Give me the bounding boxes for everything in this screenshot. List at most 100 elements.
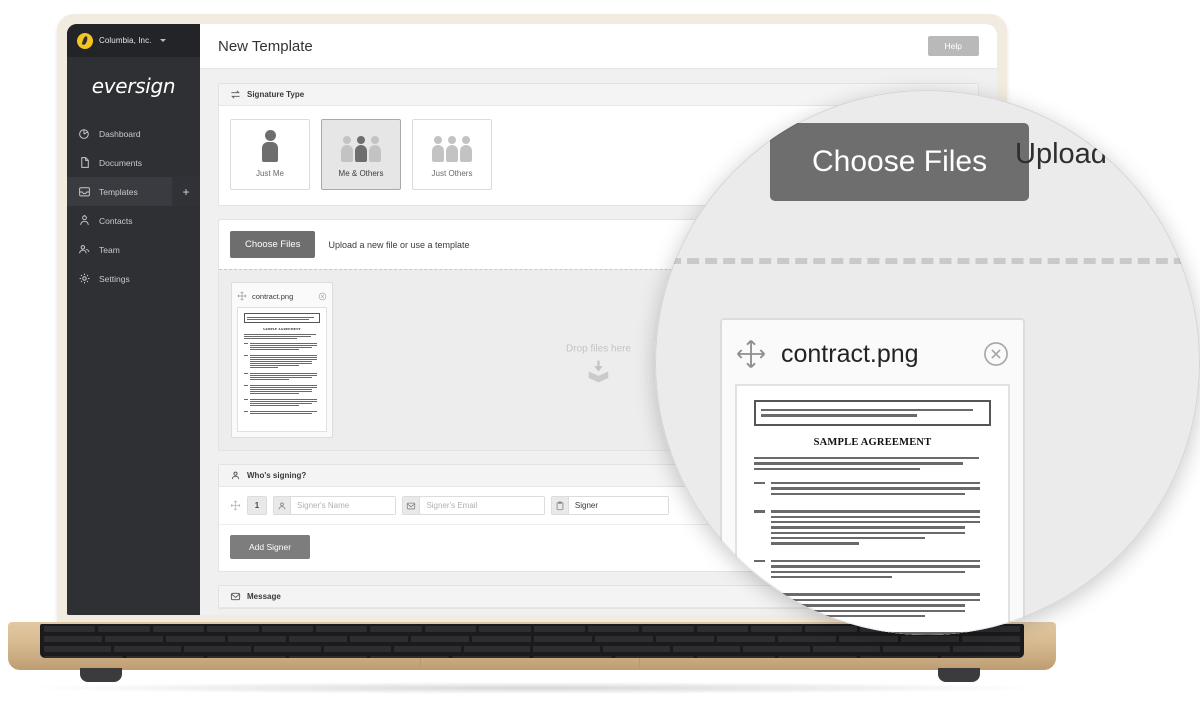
clipboard-icon xyxy=(552,497,569,514)
sidebar: Columbia, Inc. eversign Dashboard Docume… xyxy=(67,24,200,615)
signer-email-input[interactable] xyxy=(420,497,544,514)
move-arrows-icon[interactable] xyxy=(735,338,767,370)
laptop-shadow xyxy=(30,682,1040,694)
document-notice xyxy=(244,313,320,323)
org-switcher[interactable]: Columbia, Inc. xyxy=(67,24,200,57)
document-clause xyxy=(244,410,320,415)
envelope-icon xyxy=(403,497,421,514)
brand-name: eversign xyxy=(91,74,176,98)
file-card-header: contract.png xyxy=(237,288,327,304)
document-intro xyxy=(754,456,991,470)
chevron-down-icon xyxy=(159,39,166,42)
envelope-icon xyxy=(230,591,241,602)
drop-box-icon xyxy=(585,358,613,384)
document-intro xyxy=(244,334,320,339)
magnified-file-card[interactable]: contract.png SAMPLE AGREEMENT xyxy=(720,318,1025,635)
magnified-upload-hint: Upload a new xyxy=(1015,138,1193,170)
dashboard-pie-icon xyxy=(78,127,91,140)
document-clause xyxy=(754,629,991,635)
documents-file-icon xyxy=(78,156,91,169)
magnified-file-thumbnail: SAMPLE AGREEMENT xyxy=(735,384,1010,635)
sidebar-item-team[interactable]: Team xyxy=(67,235,200,264)
laptop-foot-left xyxy=(80,668,122,682)
magnified-content: Choose Files Upload a new contract.png S… xyxy=(655,90,1200,635)
move-arrows-icon[interactable] xyxy=(237,291,247,301)
panel-title: Message xyxy=(247,592,281,601)
sidebar-item-contacts[interactable]: Contacts xyxy=(67,206,200,235)
document-clause xyxy=(244,354,320,369)
topbar: New Template Help xyxy=(200,24,997,69)
add-template-button[interactable]: + xyxy=(172,177,200,206)
magnified-document-preview: SAMPLE AGREEMENT xyxy=(754,400,991,635)
sidebar-nav: Dashboard Documents Templates + Contacts… xyxy=(67,115,200,293)
signature-type-me-and-others[interactable]: Me & Others xyxy=(321,119,401,190)
laptop-foot-right xyxy=(938,668,980,682)
swap-arrows-icon xyxy=(230,89,241,100)
sidebar-item-label: Dashboard xyxy=(99,128,141,139)
option-label: Me & Others xyxy=(338,168,384,178)
user-icon xyxy=(274,497,292,514)
person-single-icon xyxy=(262,129,279,162)
sidebar-item-documents[interactable]: Documents xyxy=(67,148,200,177)
brand-logo: eversign xyxy=(67,57,200,115)
contacts-icon xyxy=(78,214,91,227)
drop-hint: Drop files here xyxy=(566,343,631,384)
org-name: Columbia, Inc. xyxy=(99,36,152,45)
people-group-icon xyxy=(341,132,382,162)
signer-role-field[interactable] xyxy=(551,496,669,515)
magnified-file-card-header: contract.png xyxy=(735,333,1010,375)
document-title: SAMPLE AGREEMENT xyxy=(262,327,301,331)
sidebar-item-label: Documents xyxy=(99,157,142,168)
option-label: Just Me xyxy=(255,168,284,178)
document-title: SAMPLE AGREEMENT xyxy=(813,436,932,448)
page-title: New Template xyxy=(218,37,313,55)
option-label: Just Others xyxy=(431,168,473,178)
people-group-icon xyxy=(432,132,473,162)
sidebar-item-label: Templates xyxy=(99,186,138,197)
templates-icon xyxy=(78,185,91,198)
signer-role-input[interactable] xyxy=(568,497,668,514)
help-button[interactable]: Help xyxy=(927,36,979,56)
signature-type-just-others[interactable]: Just Others xyxy=(412,119,492,190)
file-card[interactable]: contract.png SAMPLE AGREEMENT xyxy=(231,282,333,438)
file-name: contract.png xyxy=(252,291,294,301)
document-clause xyxy=(244,372,320,381)
document-notice xyxy=(754,400,991,426)
team-icon xyxy=(78,243,91,256)
document-clause xyxy=(754,557,991,582)
sidebar-item-label: Team xyxy=(99,244,120,255)
sidebar-item-label: Settings xyxy=(99,273,130,284)
signature-type-just-me[interactable]: Just Me xyxy=(230,119,310,190)
document-clause xyxy=(244,342,320,351)
choose-files-button[interactable]: Choose Files xyxy=(230,231,316,258)
panel-title: Signature Type xyxy=(247,90,305,99)
signer-icon xyxy=(230,470,241,481)
drag-handle-icon[interactable] xyxy=(230,500,241,511)
sidebar-item-settings[interactable]: Settings xyxy=(67,264,200,293)
panel-title: Who's signing? xyxy=(247,471,307,480)
magnified-choose-files-button[interactable]: Choose Files xyxy=(770,123,1030,201)
add-signer-button[interactable]: Add Signer xyxy=(230,535,311,559)
document-clause xyxy=(754,590,991,620)
signer-name-input[interactable] xyxy=(291,497,395,514)
screenshot-stage: Columbia, Inc. eversign Dashboard Docume… xyxy=(0,0,1200,725)
gear-icon xyxy=(78,272,91,285)
trackpad-seam xyxy=(420,658,640,670)
document-clause xyxy=(244,384,320,395)
sidebar-item-dashboard[interactable]: Dashboard xyxy=(67,119,200,148)
signer-email-field[interactable] xyxy=(402,496,545,515)
drop-hint-text: Drop files here xyxy=(565,343,632,355)
sidebar-item-templates[interactable]: Templates + xyxy=(67,177,200,206)
signer-ordinal: 1 xyxy=(247,496,267,515)
upload-hint: Upload a new file or use a template xyxy=(328,239,470,250)
signer-name-field[interactable] xyxy=(273,496,396,515)
document-clause xyxy=(754,507,991,548)
eversign-logo-icon xyxy=(77,32,93,49)
magnified-dropzone-divider xyxy=(655,258,1200,264)
document-clause xyxy=(244,398,320,407)
document-clause xyxy=(754,479,991,498)
file-thumbnail: SAMPLE AGREEMENT xyxy=(237,307,327,432)
close-circle-icon[interactable] xyxy=(982,340,1010,368)
close-circle-icon[interactable] xyxy=(318,292,327,301)
document-preview: SAMPLE AGREEMENT xyxy=(244,313,320,415)
